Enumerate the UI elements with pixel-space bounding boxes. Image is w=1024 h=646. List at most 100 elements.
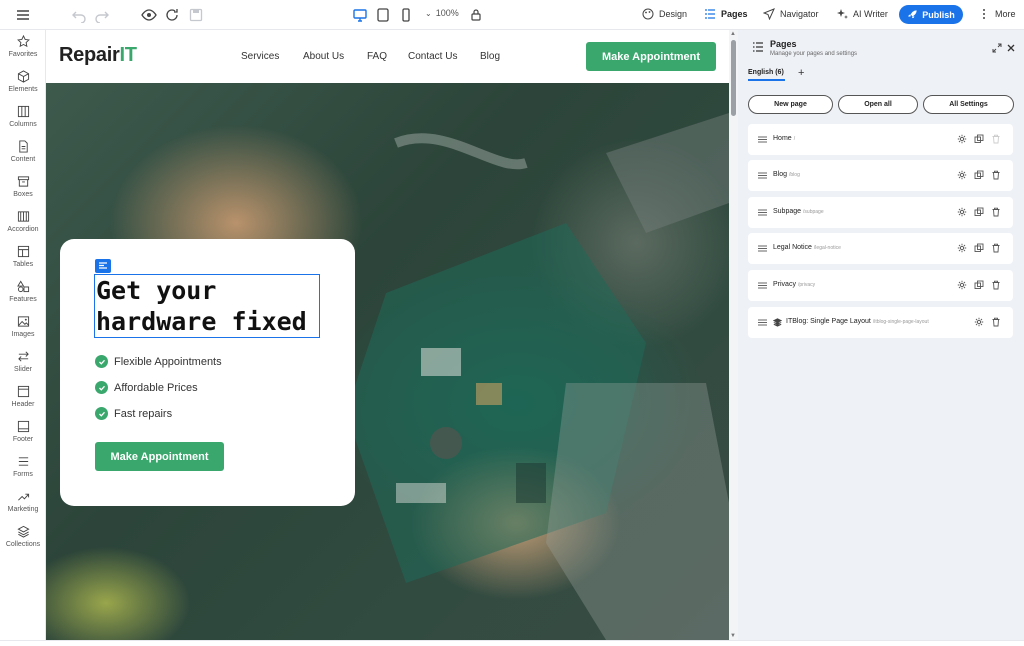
refresh-icon[interactable]	[164, 7, 180, 23]
nav-link-faq[interactable]: FAQ	[367, 51, 387, 62]
duplicate-icon[interactable]	[974, 170, 984, 180]
duplicate-icon[interactable]	[974, 207, 984, 217]
sidebar-item-elements[interactable]: Elements	[0, 68, 46, 102]
language-tab-english[interactable]: English (6)	[748, 69, 784, 76]
tablet-view-icon[interactable]	[375, 7, 391, 23]
archive-icon	[17, 176, 29, 187]
canvas-scrollbar[interactable]: ▲ ▼	[729, 30, 738, 640]
ai-writer-button[interactable]: AI Writer	[836, 8, 888, 20]
drag-handle-icon[interactable]	[758, 209, 767, 216]
drag-handle-icon[interactable]	[758, 172, 767, 179]
nav-link-services[interactable]: Services	[241, 51, 279, 62]
sidebar-item-favorites[interactable]: Favorites	[0, 33, 46, 67]
trash-icon	[992, 134, 1000, 144]
drag-handle-icon[interactable]	[758, 282, 767, 289]
text-edit-icon[interactable]	[95, 259, 111, 273]
hero-headline[interactable]: Get your hardware fixed	[94, 274, 320, 338]
sidebar-item-tables[interactable]: Tables	[0, 243, 46, 277]
all-settings-button[interactable]: All Settings	[923, 95, 1014, 114]
sidebar-item-slider[interactable]: Slider	[0, 348, 46, 382]
sidebar-item-footer[interactable]: Footer	[0, 418, 46, 452]
active-tab-indicator	[748, 79, 785, 81]
publish-button[interactable]: Publish	[899, 5, 963, 24]
page-row-legal-notice[interactable]: Legal Notice/legal-notice	[748, 233, 1013, 264]
trash-icon[interactable]	[991, 207, 1001, 217]
scroll-up-icon[interactable]: ▲	[730, 31, 736, 37]
scrollbar-thumb[interactable]	[731, 40, 736, 116]
nav-link-contact-us[interactable]: Contact Us	[408, 51, 457, 62]
settings-gear-icon[interactable]	[957, 243, 967, 253]
sidebar-item-boxes[interactable]: Boxes	[0, 173, 46, 207]
design-button[interactable]: Design	[642, 8, 687, 20]
mobile-view-icon[interactable]	[398, 7, 414, 23]
settings-gear-icon[interactable]	[974, 317, 984, 327]
settings-gear-icon[interactable]	[957, 280, 967, 290]
zoom-value: 100%	[435, 8, 459, 18]
publish-label: Publish	[922, 9, 955, 20]
sidebar-item-features[interactable]: Features	[0, 278, 46, 312]
duplicate-icon[interactable]	[974, 280, 984, 290]
trash-icon[interactable]	[991, 280, 1001, 290]
page-row-privacy[interactable]: Privacy/privacy	[748, 270, 1013, 301]
settings-gear-icon[interactable]	[957, 170, 967, 180]
redo-icon[interactable]	[94, 7, 110, 23]
zoom-control[interactable]: ⌄ 100%	[425, 8, 459, 18]
duplicate-icon[interactable]	[974, 243, 984, 253]
pages-label: Pages	[721, 9, 748, 19]
drag-handle-icon[interactable]	[758, 319, 767, 326]
sidebar-item-content[interactable]: Content	[0, 138, 46, 172]
menu-icon[interactable]	[15, 7, 31, 23]
hero-headline-line-1: Get your	[96, 276, 217, 305]
editor-canvas[interactable]: RepairIT Services About Us FAQ Contact U…	[46, 30, 729, 640]
desktop-view-icon[interactable]	[352, 7, 368, 23]
trash-icon[interactable]	[991, 170, 1001, 180]
nav-link-blog[interactable]: Blog	[480, 51, 500, 62]
new-page-button[interactable]: New page	[748, 95, 833, 114]
navigator-button[interactable]: Navigator	[763, 8, 819, 20]
site-logo[interactable]: RepairIT	[59, 44, 137, 67]
undo-icon[interactable]	[71, 7, 87, 23]
header-icon	[17, 385, 29, 398]
page-row-subpage[interactable]: Subpage/subpage	[748, 197, 1013, 228]
settings-gear-icon[interactable]	[957, 134, 967, 144]
sidebar-item-columns[interactable]: Columns	[0, 103, 46, 137]
add-language-button[interactable]: +	[798, 67, 804, 79]
save-icon[interactable]	[188, 7, 204, 23]
page-row-home[interactable]: Home /	[748, 124, 1013, 155]
expand-icon[interactable]	[992, 43, 1002, 53]
sidebar-item-label: Elements	[8, 86, 38, 93]
drag-handle-icon[interactable]	[758, 136, 767, 143]
pages-panel: Pages Manage your pages and settings Eng…	[738, 30, 1024, 640]
form-icon	[18, 457, 28, 466]
sidebar-item-forms[interactable]: Forms	[0, 453, 46, 487]
layout-stack-icon	[773, 318, 782, 327]
hero-appointment-button[interactable]: Make Appointment	[95, 442, 224, 471]
sidebar-item-images[interactable]: Images	[0, 313, 46, 347]
page-row-blog[interactable]: Blog/blog	[748, 160, 1013, 191]
sidebar-item-accordion[interactable]: Accordion	[0, 208, 46, 242]
sidebar-item-marketing[interactable]: Marketing	[0, 488, 46, 522]
drag-handle-icon[interactable]	[758, 245, 767, 252]
trash-icon[interactable]	[991, 243, 1001, 253]
header-appointment-button[interactable]: Make Appointment	[586, 42, 716, 71]
open-all-button[interactable]: Open all	[838, 95, 918, 114]
lock-icon[interactable]	[468, 7, 484, 23]
hero-card: Get your hardware fixed Flexible Appoint…	[60, 239, 355, 506]
document-icon	[18, 140, 28, 153]
trash-icon[interactable]	[991, 317, 1001, 327]
sidebar-item-header[interactable]: Header	[0, 383, 46, 417]
close-icon[interactable]	[1006, 43, 1016, 53]
settings-gear-icon[interactable]	[957, 207, 967, 217]
sidebar-item-label: Boxes	[13, 191, 33, 198]
chevron-down-icon: ⌄	[425, 8, 432, 18]
duplicate-icon[interactable]	[974, 134, 984, 144]
list-icon	[705, 9, 715, 19]
pages-button[interactable]: Pages	[704, 8, 748, 20]
more-button[interactable]: More	[978, 8, 1016, 20]
nav-link-about-us[interactable]: About Us	[303, 51, 344, 62]
sidebar-item-collections[interactable]: Collections	[0, 523, 46, 557]
scroll-down-icon[interactable]: ▼	[730, 633, 736, 639]
check-circle-icon	[95, 407, 108, 420]
page-row-itblog-single-page-layout[interactable]: ITBlog: Single Page Layout/itblog-single…	[748, 307, 1013, 338]
preview-eye-icon[interactable]	[141, 7, 157, 23]
